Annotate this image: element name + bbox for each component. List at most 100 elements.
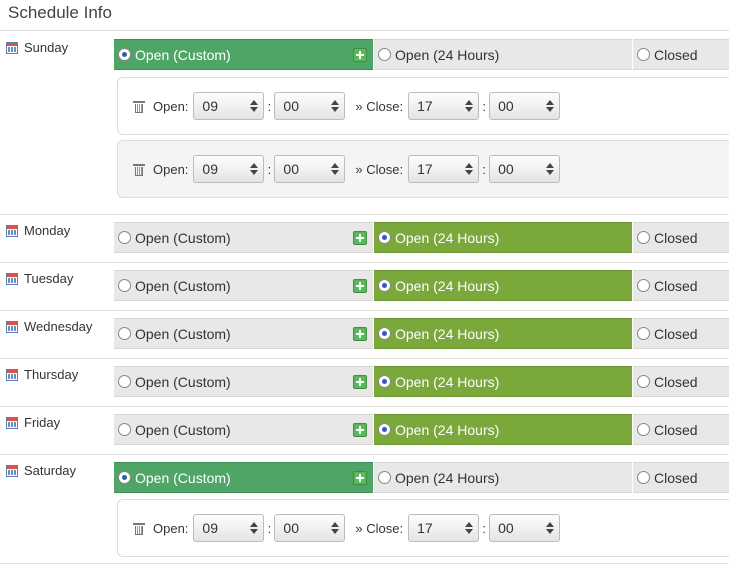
thursday-option-h24[interactable]: Open (24 Hours): [374, 366, 632, 397]
open-minute-select[interactable]: 00: [274, 92, 346, 120]
radio-button[interactable]: [378, 423, 391, 436]
friday-option-custom[interactable]: Open (Custom): [114, 414, 373, 445]
time-separator: :: [267, 520, 272, 536]
option-label: Closed: [654, 229, 698, 246]
close-hour-select[interactable]: 17: [408, 155, 480, 183]
wednesday-option-h24[interactable]: Open (24 Hours): [374, 318, 632, 349]
add-time-slot-icon[interactable]: [353, 48, 367, 62]
radio-button[interactable]: [637, 48, 650, 61]
option-label: Closed: [654, 277, 698, 294]
add-time-slot-icon[interactable]: [353, 423, 367, 437]
add-time-slot-icon[interactable]: [353, 327, 367, 341]
add-time-slot-icon[interactable]: [353, 279, 367, 293]
calendar-icon: [6, 41, 18, 54]
sunday-option-closed[interactable]: Closed: [633, 39, 729, 70]
trash-icon[interactable]: [133, 100, 145, 113]
radio-button[interactable]: [118, 471, 131, 484]
select-arrows-icon: [250, 521, 259, 535]
wednesday-option-custom[interactable]: Open (Custom): [114, 318, 373, 349]
trash-icon[interactable]: [133, 163, 145, 176]
day-label: Friday: [6, 415, 60, 430]
option-label: Open (Custom): [135, 469, 231, 486]
day-label: Thursday: [6, 367, 78, 382]
radio-button[interactable]: [378, 48, 391, 61]
saturday-option-h24[interactable]: Open (24 Hours): [374, 462, 632, 493]
schedule-header: Schedule Info: [0, 0, 729, 31]
tuesday-option-h24[interactable]: Open (24 Hours): [374, 270, 632, 301]
radio-button[interactable]: [378, 471, 391, 484]
calendar-icon: [6, 368, 18, 381]
radio-button[interactable]: [637, 279, 650, 292]
day-name: Thursday: [24, 367, 79, 382]
open-hour-select[interactable]: 09: [193, 155, 265, 183]
option-label: Open (Custom): [135, 46, 231, 63]
radio-button[interactable]: [378, 279, 391, 292]
close-minute-select[interactable]: 00: [489, 514, 561, 542]
monday-option-custom[interactable]: Open (Custom): [114, 222, 373, 253]
select-arrows-icon: [250, 162, 259, 176]
open-minute-select[interactable]: 00: [274, 514, 346, 542]
radio-button[interactable]: [637, 423, 650, 436]
option-label: Open (24 Hours): [395, 373, 500, 390]
time-slot: Open: 09:00» Close: 17:00: [117, 140, 729, 198]
add-time-slot-icon[interactable]: [353, 471, 367, 485]
radio-button[interactable]: [637, 471, 650, 484]
time-separator: :: [482, 161, 486, 177]
page-title: Schedule Info: [8, 3, 112, 22]
select-arrows-icon: [465, 162, 474, 176]
trash-icon[interactable]: [133, 522, 145, 535]
close-hour-select[interactable]: 17: [408, 92, 480, 120]
radio-button[interactable]: [637, 327, 650, 340]
close-minute-select[interactable]: 00: [489, 92, 561, 120]
wednesday-option-closed[interactable]: Closed: [633, 318, 729, 349]
calendar-icon: [6, 272, 18, 285]
day-label: Tuesday: [6, 271, 73, 286]
saturday-option-closed[interactable]: Closed: [633, 462, 729, 493]
thursday-option-closed[interactable]: Closed: [633, 366, 729, 397]
radio-button[interactable]: [378, 375, 391, 388]
sunday-option-custom[interactable]: Open (Custom): [114, 39, 373, 70]
option-label: Open (Custom): [135, 229, 231, 246]
close-hour-select[interactable]: 17: [408, 514, 480, 542]
saturday-option-custom[interactable]: Open (Custom): [114, 462, 373, 493]
option-label: Open (24 Hours): [395, 469, 500, 486]
tuesday-option-closed[interactable]: Closed: [633, 270, 729, 301]
open-label: Open:: [153, 98, 189, 114]
time-slot: Open: 09:00» Close: 17:00: [117, 499, 729, 557]
radio-button[interactable]: [118, 48, 131, 61]
open-hour-select[interactable]: 09: [193, 92, 265, 120]
radio-button[interactable]: [118, 423, 131, 436]
close-label: » Close:: [355, 98, 404, 114]
option-label: Open (24 Hours): [395, 229, 500, 246]
friday-option-h24[interactable]: Open (24 Hours): [374, 414, 632, 445]
radio-button[interactable]: [378, 231, 391, 244]
radio-button[interactable]: [118, 327, 131, 340]
thursday-option-custom[interactable]: Open (Custom): [114, 366, 373, 397]
day-label: Monday: [6, 223, 70, 238]
monday-option-closed[interactable]: Closed: [633, 222, 729, 253]
option-label: Open (Custom): [135, 373, 231, 390]
select-arrows-icon: [546, 521, 555, 535]
radio-button[interactable]: [378, 327, 391, 340]
radio-button[interactable]: [118, 279, 131, 292]
open-label: Open:: [153, 161, 189, 177]
option-label: Open (24 Hours): [395, 421, 500, 438]
close-minute-select[interactable]: 00: [489, 155, 561, 183]
radio-button[interactable]: [637, 231, 650, 244]
radio-button[interactable]: [637, 375, 650, 388]
select-arrows-icon: [331, 521, 340, 535]
radio-button[interactable]: [118, 375, 131, 388]
day-name: Tuesday: [24, 271, 74, 286]
open-hour-select[interactable]: 09: [193, 514, 265, 542]
radio-button[interactable]: [118, 231, 131, 244]
add-time-slot-icon[interactable]: [353, 375, 367, 389]
monday-option-h24[interactable]: Open (24 Hours): [374, 222, 632, 253]
time-separator: :: [482, 98, 486, 114]
calendar-icon: [6, 320, 18, 333]
friday-option-closed[interactable]: Closed: [633, 414, 729, 445]
sunday-option-h24[interactable]: Open (24 Hours): [374, 39, 632, 70]
add-time-slot-icon[interactable]: [353, 231, 367, 245]
open-minute-select[interactable]: 00: [274, 155, 346, 183]
option-label: Open (Custom): [135, 277, 231, 294]
tuesday-option-custom[interactable]: Open (Custom): [114, 270, 373, 301]
